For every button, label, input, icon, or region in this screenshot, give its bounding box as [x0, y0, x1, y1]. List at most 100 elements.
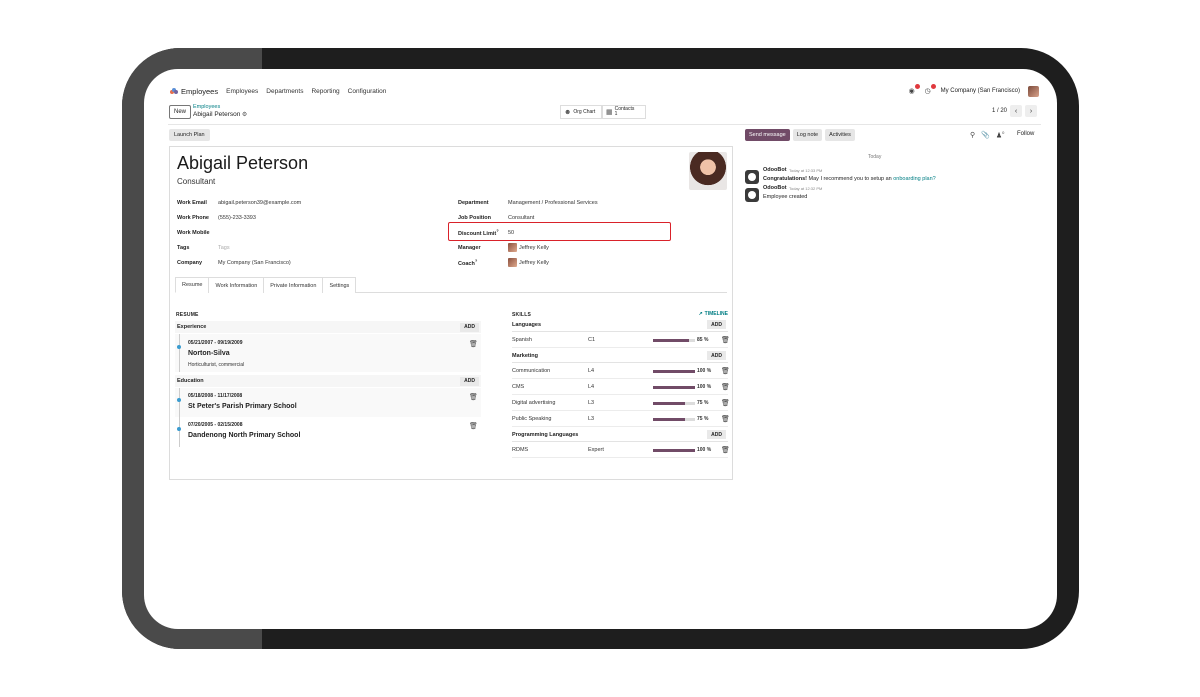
- contacts-count: 1: [614, 111, 618, 117]
- skill-row[interactable]: CMS L4 100 % 🗑: [512, 380, 730, 395]
- org-chart-label: Org Chart: [573, 109, 596, 115]
- message-body: Congratulations! May I recommend you to …: [763, 176, 936, 182]
- tab-resume[interactable]: Resume: [175, 277, 210, 293]
- field-label: Work Email: [177, 199, 207, 206]
- contacts-button[interactable]: ▦ Contacts 1: [602, 105, 646, 119]
- pager-value[interactable]: 1 / 20: [992, 108, 1007, 114]
- log-note-button[interactable]: Log note: [792, 129, 823, 141]
- org-chart-icon: ☻: [564, 108, 572, 116]
- followers-count: 0: [1002, 130, 1005, 135]
- menu-reporting[interactable]: Reporting: [311, 88, 339, 95]
- tab-settings[interactable]: Settings: [322, 277, 357, 293]
- messages-icon[interactable]: ◉: [909, 84, 920, 95]
- new-button[interactable]: New: [169, 105, 191, 119]
- resume-line[interactable]: 07/20/2005 - 02/15/2008 Dandenong North …: [175, 417, 481, 447]
- add-skill-button[interactable]: ADD: [707, 430, 726, 439]
- discount-limit-highlight: [448, 222, 671, 241]
- add-experience-button[interactable]: ADD: [460, 322, 479, 332]
- skill-row[interactable]: Communication L4 100 % 🗑: [512, 364, 730, 379]
- resume-line[interactable]: 05/21/2007 - 09/19/2009 Norton-Silva Hor…: [175, 334, 481, 372]
- skill-progress-bar: [653, 386, 695, 389]
- menu-employees[interactable]: Employees: [226, 88, 258, 95]
- search-icon[interactable]: ⚲: [970, 131, 975, 139]
- contacts-icon: ▦: [606, 109, 613, 116]
- field-label: Manager: [458, 244, 481, 251]
- skill-percent: 75 %: [697, 416, 709, 422]
- tab-work-information[interactable]: Work Information: [208, 277, 265, 293]
- activities-button[interactable]: Activities: [825, 129, 855, 141]
- app-logo[interactable]: Employees: [170, 87, 218, 96]
- employee-form-sheet: Abigail Peterson Consultant Work Email a…: [169, 146, 733, 480]
- company-switcher[interactable]: My Company (San Francisco): [941, 88, 1020, 94]
- company-input[interactable]: My Company (San Francisco): [218, 260, 291, 266]
- skill-group-name: Programming Languages: [512, 431, 579, 438]
- timeline-line: [179, 417, 180, 447]
- education-header: Education ADD: [175, 375, 481, 387]
- skill-row[interactable]: RDMS Expert 100 % 🗑: [512, 443, 730, 458]
- trash-icon[interactable]: 🗑: [721, 399, 730, 407]
- tags-input[interactable]: Tags: [218, 245, 230, 251]
- field-label: Coach?: [458, 258, 508, 267]
- skill-row[interactable]: Spanish C1 85 % 🗑: [512, 333, 730, 348]
- trash-icon[interactable]: 🗑: [721, 336, 730, 344]
- tab-private-information[interactable]: Private Information: [263, 277, 324, 293]
- education-label: Education: [177, 378, 204, 384]
- trash-icon[interactable]: 🗑: [721, 367, 730, 375]
- coach-input[interactable]: Jeffrey Kelly: [519, 260, 549, 266]
- employee-job-title[interactable]: Consultant: [177, 177, 215, 186]
- screen: Employees Employees Departments Reportin…: [144, 69, 1057, 629]
- onboarding-plan-link[interactable]: onboarding plan?: [893, 176, 936, 182]
- pager-next-icon[interactable]: ›: [1025, 105, 1037, 117]
- manager-avatar: [508, 243, 517, 252]
- activities-clock-icon[interactable]: ◷: [925, 84, 936, 95]
- followers-icon[interactable]: ♟0: [996, 130, 1005, 139]
- odoobot-avatar: [745, 170, 759, 184]
- trash-icon[interactable]: 🗑: [721, 383, 730, 391]
- trash-icon[interactable]: 🗑: [469, 340, 478, 348]
- launch-plan-button[interactable]: Launch Plan: [169, 129, 210, 141]
- field-label: Job Position: [458, 214, 491, 221]
- trash-icon[interactable]: 🗑: [721, 446, 730, 454]
- paperclip-icon[interactable]: 📎: [981, 131, 990, 139]
- trash-icon[interactable]: 🗑: [721, 415, 730, 423]
- org-chart-button[interactable]: ☻ Org Chart: [560, 105, 602, 119]
- manager-input[interactable]: Jeffrey Kelly: [519, 245, 549, 251]
- send-message-button[interactable]: Send message: [745, 129, 790, 141]
- field-work-email: Work Email abigail.peterson39@example.co…: [177, 198, 301, 207]
- menu-departments[interactable]: Departments: [266, 88, 303, 95]
- field-tags: Tags Tags: [177, 243, 230, 252]
- add-skill-button[interactable]: ADD: [707, 320, 726, 329]
- trash-icon[interactable]: 🗑: [469, 422, 478, 430]
- add-skill-button[interactable]: ADD: [707, 351, 726, 360]
- resume-name: St Peter's Parish Primary School: [188, 403, 297, 410]
- chatter-message: OdooBot Today at 12:32 PM Employee creat…: [745, 185, 1025, 207]
- resume-line[interactable]: 05/18/2008 - 11/17/2008 St Peter's Paris…: [175, 388, 481, 417]
- menu-configuration[interactable]: Configuration: [348, 88, 387, 95]
- skill-percent: 100 %: [697, 384, 712, 390]
- work-email-input[interactable]: abigail.peterson39@example.com: [218, 200, 301, 206]
- user-avatar[interactable]: [1028, 85, 1039, 97]
- timeline-button[interactable]: ↗ TIMELINE: [698, 311, 728, 317]
- trash-icon[interactable]: 🗑: [469, 393, 478, 401]
- add-education-button[interactable]: ADD: [460, 376, 479, 386]
- follow-button[interactable]: Follow: [1017, 131, 1034, 137]
- skill-row[interactable]: Digital advertising L3 75 % 🗑: [512, 396, 730, 411]
- chatter-icons: ⚲ 📎 ♟0: [970, 130, 1004, 139]
- breadcrumb-parent[interactable]: Employees: [193, 104, 247, 111]
- skill-row[interactable]: Public Speaking L3 75 % 🗑: [512, 412, 730, 427]
- work-phone-input[interactable]: (555)-233-3393: [218, 215, 256, 221]
- employee-name[interactable]: Abigail Peterson: [177, 153, 308, 174]
- help-tooltip-icon[interactable]: ?: [475, 258, 477, 263]
- department-input[interactable]: Management / Professional Services: [508, 200, 598, 206]
- resume-date: 07/20/2005 - 02/15/2008: [188, 422, 243, 428]
- job-position-input[interactable]: Consultant: [508, 215, 534, 221]
- pager-previous-icon[interactable]: ‹: [1010, 105, 1022, 117]
- field-coach: Coach? Jeffrey Kelly: [458, 258, 549, 267]
- skill-percent: 75 %: [697, 400, 709, 406]
- resume-description: Horticulturist, commercial: [188, 362, 245, 368]
- field-label: Company: [177, 259, 203, 266]
- message-author[interactable]: OdooBot: [763, 185, 787, 191]
- employee-photo[interactable]: [689, 152, 727, 190]
- settings-gear-icon[interactable]: ⚙: [242, 112, 247, 118]
- message-author[interactable]: OdooBot: [763, 167, 787, 173]
